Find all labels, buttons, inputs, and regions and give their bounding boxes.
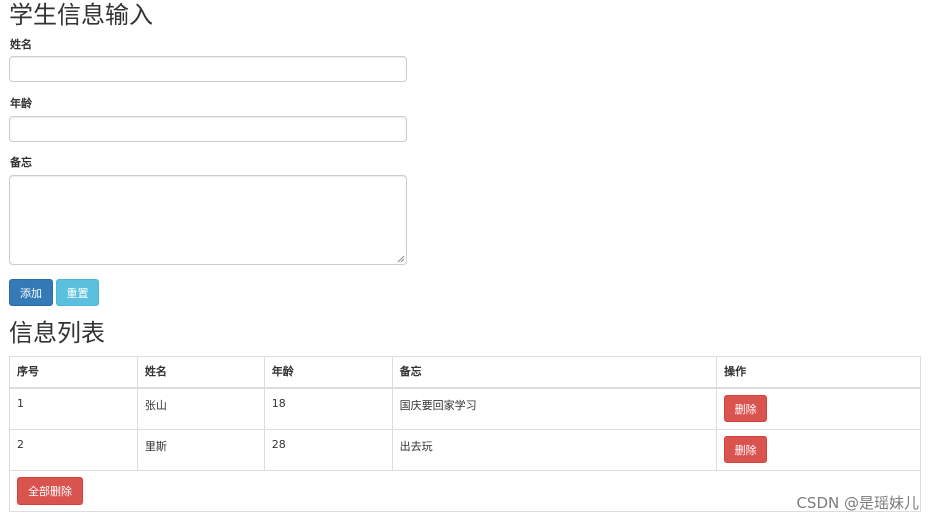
list-title: 信息列表 <box>9 319 105 347</box>
watermark: CSDN @是瑶妹儿 <box>796 494 919 512</box>
column-header-name: 姓名 <box>136 356 265 389</box>
row-memo: 国庆要回家学习 <box>391 387 718 430</box>
row-memo: 出去玩 <box>391 428 718 471</box>
name-label: 姓名 <box>10 38 32 51</box>
reset-button[interactable]: 重置 <box>56 279 99 306</box>
column-header-age: 年龄 <box>263 356 393 389</box>
resize-grip-icon[interactable] <box>397 255 405 263</box>
footer-cell: 全部删除 <box>9 469 921 512</box>
row-name: 里斯 <box>136 428 265 471</box>
column-header-index: 序号 <box>9 356 138 389</box>
age-label: 年龄 <box>10 97 32 110</box>
add-button[interactable]: 添加 <box>9 279 53 306</box>
info-table: 序号 姓名 年龄 备忘 操作 1 张山 18 国庆要回家学习 删除 2 里斯 2… <box>9 356 921 512</box>
memo-textarea[interactable] <box>9 175 407 265</box>
column-header-memo: 备忘 <box>391 356 718 389</box>
delete-button[interactable]: 删除 <box>724 395 768 422</box>
row-age: 28 <box>263 428 393 471</box>
name-input[interactable] <box>9 56 407 82</box>
page: 学生信息输入 姓名 年龄 备忘 添加 重置 信息列表 序号 姓名 年龄 备忘 操… <box>0 0 931 521</box>
table-footer-row: 全部删除 <box>9 469 921 512</box>
row-action-cell: 删除 <box>716 387 921 430</box>
table-row: 1 张山 18 国庆要回家学习 删除 <box>9 387 921 430</box>
row-name: 张山 <box>136 387 265 430</box>
column-header-action: 操作 <box>716 356 921 389</box>
row-index: 1 <box>9 387 138 430</box>
row-action-cell: 删除 <box>716 428 921 471</box>
delete-all-button[interactable]: 全部删除 <box>17 476 83 505</box>
age-input[interactable] <box>9 116 407 142</box>
row-index: 2 <box>9 428 138 471</box>
row-age: 18 <box>263 387 393 430</box>
form-title: 学生信息输入 <box>9 1 153 29</box>
table-row: 2 里斯 28 出去玩 删除 <box>9 428 921 471</box>
delete-button[interactable]: 删除 <box>724 435 768 463</box>
memo-label: 备忘 <box>10 156 32 169</box>
table-header-row: 序号 姓名 年龄 备忘 操作 <box>9 356 921 389</box>
